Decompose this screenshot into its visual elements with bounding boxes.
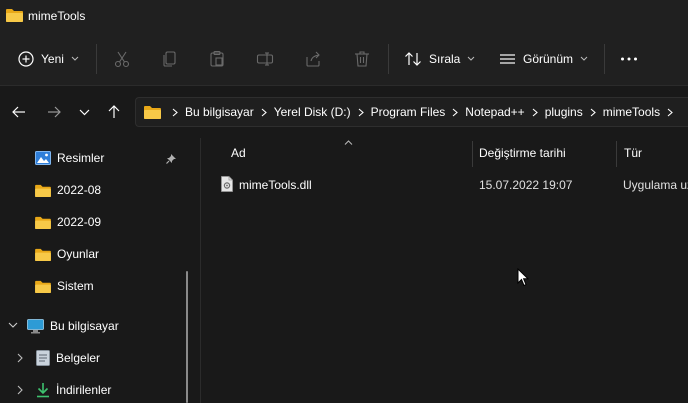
chevron-down-icon bbox=[71, 56, 79, 61]
more-button[interactable] bbox=[620, 44, 638, 74]
breadcrumb-item[interactable]: Program Files bbox=[371, 105, 446, 119]
delete-button[interactable] bbox=[353, 44, 371, 74]
mouse-cursor-icon bbox=[517, 268, 529, 287]
delete-icon bbox=[355, 51, 369, 67]
folder-icon bbox=[35, 184, 51, 197]
paste-icon bbox=[210, 50, 224, 67]
back-button[interactable] bbox=[9, 102, 29, 122]
column-header-name[interactable]: Ad bbox=[231, 146, 246, 162]
copy-button[interactable] bbox=[161, 44, 179, 74]
sidebar-item-pictures[interactable]: Resimler bbox=[35, 144, 104, 172]
column-header-modified[interactable]: Değiştirme tarihi bbox=[479, 146, 566, 162]
view-icon bbox=[500, 54, 515, 64]
chevron-right-icon[interactable] bbox=[17, 353, 24, 363]
column-separator[interactable] bbox=[616, 141, 617, 167]
chevron-right-icon bbox=[667, 108, 673, 116]
sort-ascending-icon bbox=[344, 140, 353, 145]
chevron-right-icon[interactable] bbox=[17, 385, 24, 395]
column-header-type[interactable]: Tür bbox=[624, 146, 642, 162]
plus-circle-icon bbox=[18, 51, 34, 67]
sidebar-item-2022-09[interactable]: 2022-09 bbox=[35, 208, 101, 236]
rename-button[interactable] bbox=[256, 44, 274, 74]
view-label: Görünüm bbox=[523, 52, 574, 66]
sidebar-item-label: İndirilenler bbox=[56, 383, 112, 397]
recent-locations-button[interactable] bbox=[74, 102, 94, 122]
documents-icon bbox=[36, 350, 50, 366]
more-icon bbox=[621, 57, 637, 61]
sidebar-item-label: Oyunlar bbox=[57, 247, 100, 261]
sidebar-item-documents[interactable]: Belgeler bbox=[36, 344, 100, 372]
chevron-right-icon bbox=[452, 108, 459, 116]
sidebar-item-label: Sistem bbox=[57, 279, 94, 293]
forward-button[interactable] bbox=[44, 102, 64, 122]
chevron-down-icon bbox=[468, 56, 475, 61]
sort-button[interactable]: Sırala bbox=[404, 44, 475, 74]
breadcrumb-item[interactable]: plugins bbox=[545, 105, 583, 119]
sidebar-item-label: 2022-09 bbox=[57, 215, 102, 229]
sidebar-item-2022-08[interactable]: 2022-08 bbox=[35, 176, 101, 204]
downloads-icon bbox=[37, 383, 49, 398]
chevron-right-icon bbox=[532, 108, 538, 116]
chevron-right-icon bbox=[261, 108, 267, 116]
sidebar-scrollbar[interactable] bbox=[186, 271, 188, 403]
pictures-icon bbox=[35, 151, 51, 165]
sidebar-item-downloads[interactable]: İndirilenler bbox=[36, 376, 111, 403]
chevron-right-icon bbox=[172, 108, 178, 116]
pin-icon[interactable] bbox=[166, 153, 177, 164]
window-title: mimeTools bbox=[28, 9, 86, 23]
dll-file-icon bbox=[221, 176, 233, 192]
sort-icon bbox=[405, 52, 421, 66]
file-modified: 15.07.2022 19:07 bbox=[479, 178, 573, 192]
sort-label: Sırala bbox=[429, 52, 461, 66]
chevron-down-icon[interactable] bbox=[8, 322, 18, 329]
toolbar-separator bbox=[604, 44, 605, 74]
paste-button[interactable] bbox=[208, 44, 226, 74]
column-separator[interactable] bbox=[472, 141, 473, 167]
sidebar-item-label: Resimler bbox=[57, 151, 105, 165]
toolbar-separator bbox=[388, 44, 389, 74]
new-label: Yeni bbox=[41, 52, 64, 66]
arrow-up-icon bbox=[108, 105, 120, 118]
breadcrumb-item[interactable]: Notepad++ bbox=[465, 105, 524, 119]
folder-icon bbox=[6, 9, 23, 22]
sidebar-item-label: Belgeler bbox=[56, 351, 101, 365]
folder-icon bbox=[35, 216, 51, 229]
folder-icon bbox=[35, 280, 51, 293]
folder-icon bbox=[144, 106, 161, 119]
arrow-right-icon bbox=[48, 106, 61, 118]
view-button[interactable]: Görünüm bbox=[499, 44, 588, 74]
file-name[interactable]: mimeTools.dll bbox=[239, 178, 312, 192]
toolbar-separator bbox=[96, 44, 97, 74]
breadcrumb-item[interactable]: mimeTools bbox=[603, 105, 660, 119]
arrow-left-icon bbox=[12, 106, 25, 118]
file-type: Uygulama uzantısı bbox=[623, 178, 688, 192]
sidebar-item-oyunlar[interactable]: Oyunlar bbox=[35, 240, 99, 268]
share-icon bbox=[306, 51, 320, 67]
cut-button[interactable] bbox=[113, 44, 131, 74]
address-bar[interactable]: Bu bilgisayar Yerel Disk (D:) Program Fi… bbox=[135, 97, 688, 127]
new-button[interactable]: Yeni bbox=[18, 44, 79, 74]
folder-icon bbox=[35, 248, 51, 261]
copy-icon bbox=[163, 51, 176, 67]
title-bar: mimeTools bbox=[0, 0, 688, 32]
cut-icon bbox=[114, 51, 130, 68]
share-button[interactable] bbox=[304, 44, 322, 74]
breadcrumb-item[interactable]: Yerel Disk (D:) bbox=[274, 105, 351, 119]
chevron-down-icon bbox=[79, 109, 89, 115]
computer-icon bbox=[27, 318, 44, 333]
rename-icon bbox=[256, 52, 274, 66]
sidebar-item-sistem[interactable]: Sistem bbox=[35, 272, 94, 300]
up-button[interactable] bbox=[104, 102, 124, 122]
sidebar-item-this-pc[interactable]: Bu bilgisayar bbox=[27, 312, 119, 340]
sidebar-item-label: Bu bilgisayar bbox=[50, 319, 119, 333]
chevron-down-icon bbox=[580, 56, 588, 61]
breadcrumb: Bu bilgisayar Yerel Disk (D:) Program Fi… bbox=[136, 98, 680, 126]
chevron-right-icon bbox=[590, 108, 596, 116]
chevron-right-icon bbox=[358, 108, 364, 116]
sidebar-item-label: 2022-08 bbox=[57, 183, 102, 197]
breadcrumb-item[interactable]: Bu bilgisayar bbox=[185, 105, 254, 119]
